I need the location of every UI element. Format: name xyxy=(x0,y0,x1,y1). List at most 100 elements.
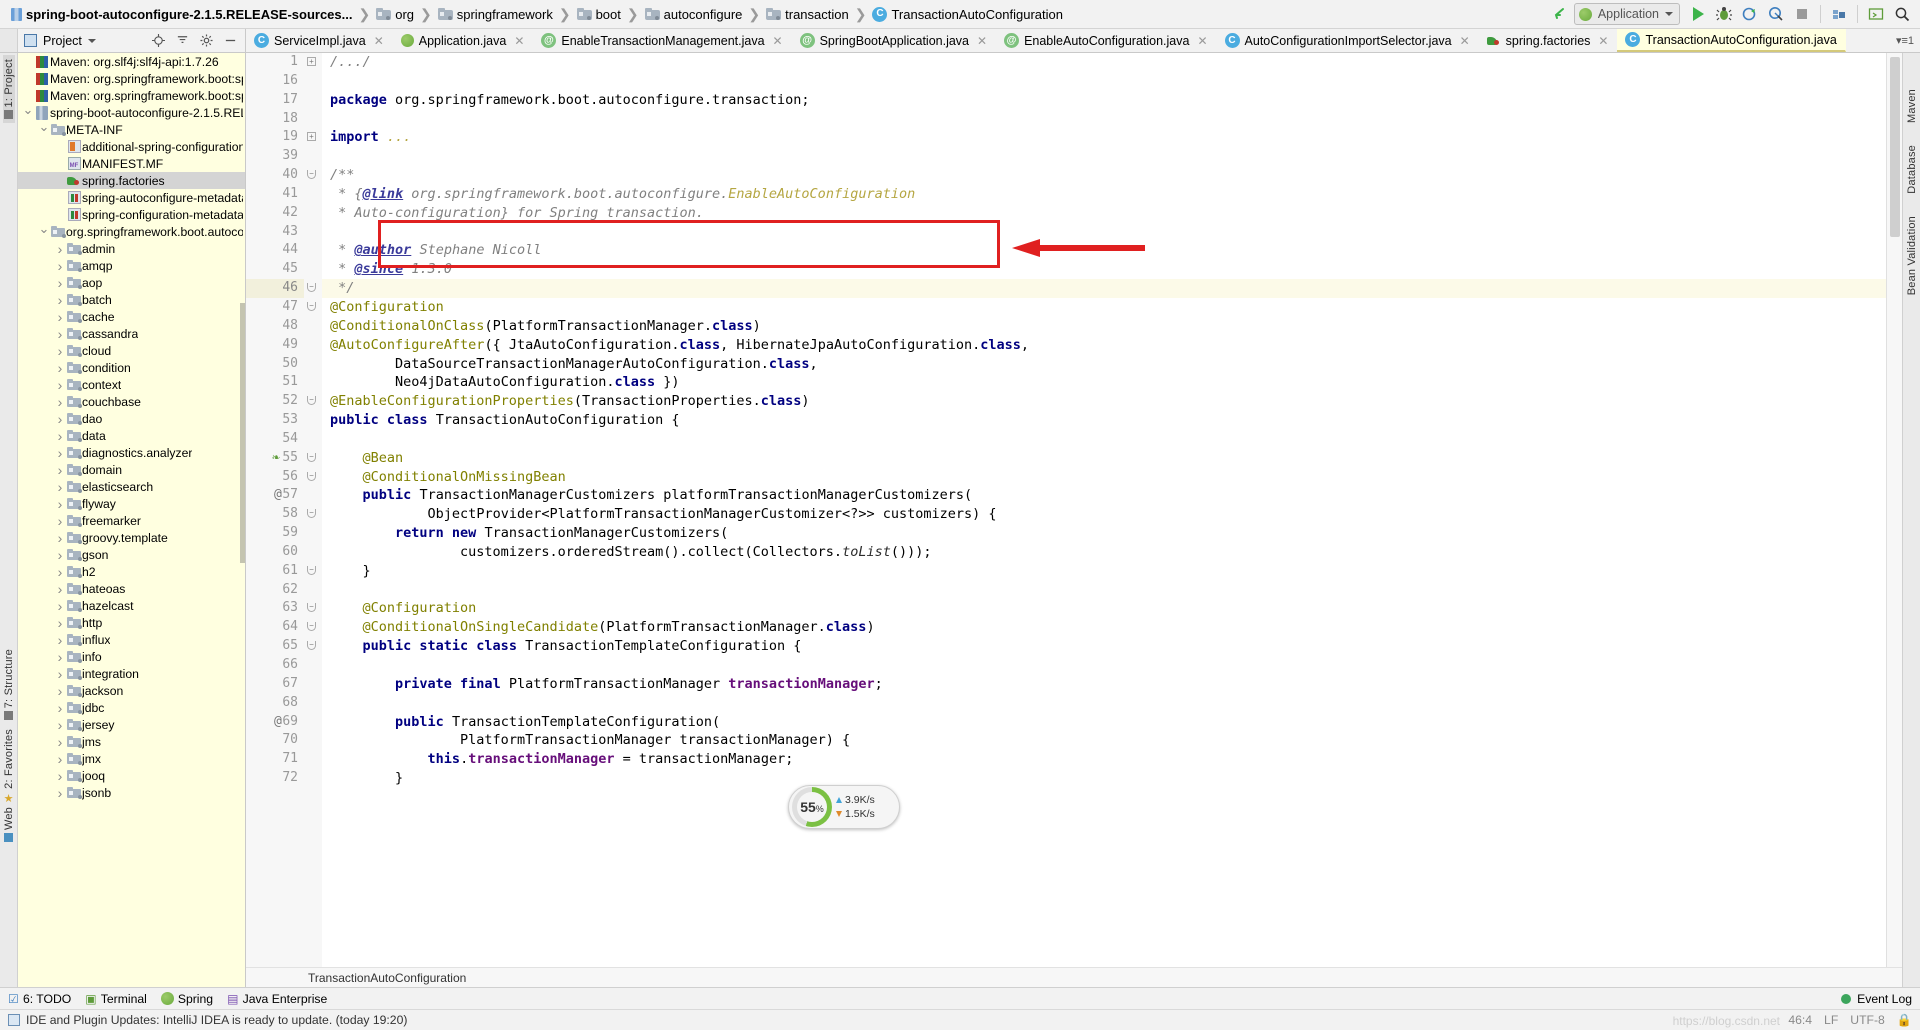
code-line[interactable]: customizers.orderedStream().collect(Coll… xyxy=(322,543,1886,562)
tree-item[interactable]: Maven: org.springframework.boot:spring-b… xyxy=(18,87,245,104)
status-message[interactable]: IDE and Plugin Updates: IntelliJ IDEA is… xyxy=(26,1013,407,1027)
fold-collapse-icon[interactable]: − xyxy=(307,301,316,311)
tree-item[interactable]: spring-autoconfigure-metadata.pro xyxy=(18,189,245,206)
tree-item[interactable]: info xyxy=(18,648,245,665)
tree-expand-arrow[interactable] xyxy=(38,127,50,133)
tree-item[interactable]: jdbc xyxy=(18,699,245,716)
tree-expand-arrow[interactable] xyxy=(54,312,66,322)
tree-expand-arrow[interactable] xyxy=(54,448,66,458)
tree-expand-arrow[interactable] xyxy=(54,516,66,526)
tree-item[interactable]: jms xyxy=(18,733,245,750)
code-line[interactable]: DataSourceTransactionManagerAutoConfigur… xyxy=(322,355,1886,374)
tree-expand-arrow[interactable] xyxy=(54,550,66,560)
code-line[interactable]: @ConditionalOnSingleCandidate(PlatformTr… xyxy=(322,618,1886,637)
tab-application[interactable]: Application.java ✕ xyxy=(393,29,534,52)
tree-item[interactable]: http xyxy=(18,614,245,631)
tree-item[interactable]: Maven: org.slf4j:slf4j-api:1.7.26 xyxy=(18,53,245,70)
tab-autoconfigurationimportselector[interactable]: C AutoConfigurationImportSelector.java ✕ xyxy=(1217,29,1479,52)
tool-button-terminal[interactable]: ▣ Terminal xyxy=(85,992,147,1006)
tree-expand-arrow[interactable] xyxy=(54,346,66,356)
close-icon[interactable]: ✕ xyxy=(773,34,783,48)
fold-toggle[interactable]: − xyxy=(304,505,322,524)
tree-item[interactable]: condition xyxy=(18,359,245,376)
line-separator[interactable]: LF xyxy=(1824,1013,1838,1027)
code-line[interactable]: @ConditionalOnClass(PlatformTransactionM… xyxy=(322,317,1886,336)
search-everywhere-button[interactable] xyxy=(1890,2,1914,26)
close-icon[interactable]: ✕ xyxy=(514,34,524,48)
tool-button-favorites[interactable]: 2: Favorites ★ xyxy=(3,725,15,809)
fold-toggle[interactable]: − xyxy=(304,166,322,185)
tree-expand-arrow[interactable] xyxy=(54,397,66,407)
tree-expand-arrow[interactable] xyxy=(38,229,50,235)
tree-item[interactable]: additional-spring-configuration-met xyxy=(18,138,245,155)
code-folding-gutter[interactable]: + + − − − − − − − − − − − xyxy=(304,53,322,967)
run-configuration-selector[interactable]: Application xyxy=(1573,3,1680,25)
tool-button-project[interactable]: 1: Project xyxy=(2,55,15,124)
tree-expand-arrow[interactable] xyxy=(54,295,66,305)
tab-enabletransactionmanagement[interactable]: @ EnableTransactionManagement.java ✕ xyxy=(533,29,791,52)
tree-item[interactable]: jmx xyxy=(18,750,245,767)
tree-item[interactable]: elasticsearch xyxy=(18,478,245,495)
breadcrumb-item-class[interactable]: C TransactionAutoConfiguration xyxy=(869,0,1066,28)
code-line[interactable]: import ... xyxy=(322,128,1886,147)
code-line[interactable]: ObjectProvider<PlatformTransactionManage… xyxy=(322,505,1886,524)
tree-item[interactable]: influx xyxy=(18,631,245,648)
fold-expand-icon[interactable]: + xyxy=(307,132,316,142)
tree-item[interactable]: batch xyxy=(18,291,245,308)
tree-expand-arrow[interactable] xyxy=(54,686,66,696)
tree-expand-arrow[interactable] xyxy=(54,720,66,730)
fold-collapse-icon[interactable]: − xyxy=(307,565,316,575)
hide-panel-icon[interactable] xyxy=(221,32,239,50)
tab-enableautoconfiguration[interactable]: @ EnableAutoConfiguration.java ✕ xyxy=(996,29,1216,52)
breadcrumb-item-springframework[interactable]: springframework xyxy=(435,0,556,28)
run-with-coverage-button[interactable] xyxy=(1738,2,1762,26)
close-icon[interactable]: ✕ xyxy=(1197,34,1207,48)
code-line[interactable]: * @author Stephane Nicoll xyxy=(322,241,1886,260)
tree-item[interactable]: jooq xyxy=(18,767,245,784)
fold-collapse-icon[interactable]: − xyxy=(307,170,316,180)
close-icon[interactable]: ✕ xyxy=(977,34,987,48)
tree-expand-arrow[interactable] xyxy=(54,380,66,390)
editor-scrollbar-thumb[interactable] xyxy=(1890,57,1900,237)
fold-toggle[interactable]: − xyxy=(304,562,322,581)
fold-toggle[interactable]: − xyxy=(304,392,322,411)
tree-item[interactable]: amqp xyxy=(18,257,245,274)
tab-springbootapplication[interactable]: @ SpringBootApplication.java ✕ xyxy=(792,29,996,52)
tree-expand-arrow[interactable] xyxy=(54,584,66,594)
tool-button-bean-validation[interactable]: Bean Validation xyxy=(1906,212,1918,299)
code-line[interactable] xyxy=(322,110,1886,129)
code-line[interactable]: @AutoConfigureAfter({ JtaAutoConfigurati… xyxy=(322,336,1886,355)
code-line[interactable]: public static class TransactionTemplateC… xyxy=(322,637,1886,656)
tree-item[interactable]: admin xyxy=(18,240,245,257)
tree-expand-arrow[interactable] xyxy=(54,788,66,798)
breadcrumb-item-transaction[interactable]: transaction xyxy=(763,0,852,28)
fold-toggle[interactable]: − xyxy=(304,637,322,656)
tree-expand-arrow[interactable] xyxy=(22,110,34,116)
fold-collapse-icon[interactable]: − xyxy=(307,509,316,519)
code-line[interactable]: public TransactionTemplateConfiguration( xyxy=(322,713,1886,732)
code-line[interactable] xyxy=(322,430,1886,449)
code-line[interactable] xyxy=(322,694,1886,713)
code-line[interactable]: @EnableConfigurationProperties(Transacti… xyxy=(322,392,1886,411)
fold-collapse-icon[interactable]: − xyxy=(307,396,316,406)
tree-item[interactable]: hazelcast xyxy=(18,597,245,614)
tree-expand-arrow[interactable] xyxy=(54,669,66,679)
tree-expand-arrow[interactable] xyxy=(54,465,66,475)
tree-item[interactable]: META-INF xyxy=(18,121,245,138)
tree-item[interactable]: jackson xyxy=(18,682,245,699)
close-icon[interactable]: ✕ xyxy=(1460,34,1470,48)
tab-transactionautoconfiguration[interactable]: C TransactionAutoConfiguration.java xyxy=(1617,29,1846,52)
tree-expand-arrow[interactable] xyxy=(54,329,66,339)
lock-icon[interactable]: 🔒 xyxy=(1897,1013,1912,1027)
code-line[interactable]: } xyxy=(322,562,1886,581)
code-line[interactable]: /.../ xyxy=(322,53,1886,72)
tree-item[interactable]: jersey xyxy=(18,716,245,733)
tree-item[interactable]: diagnostics.analyzer xyxy=(18,444,245,461)
tree-item[interactable]: context xyxy=(18,376,245,393)
fold-toggle[interactable]: + xyxy=(304,128,322,147)
tree-item[interactable]: spring-boot-autoconfigure-2.1.5.RELEASE.… xyxy=(18,104,245,121)
tree-item[interactable]: freemarker xyxy=(18,512,245,529)
tree-expand-arrow[interactable] xyxy=(54,703,66,713)
code-text-area[interactable]: /.../ package org.springframework.boot.a… xyxy=(322,53,1886,967)
fold-toggle[interactable]: − xyxy=(304,279,322,298)
